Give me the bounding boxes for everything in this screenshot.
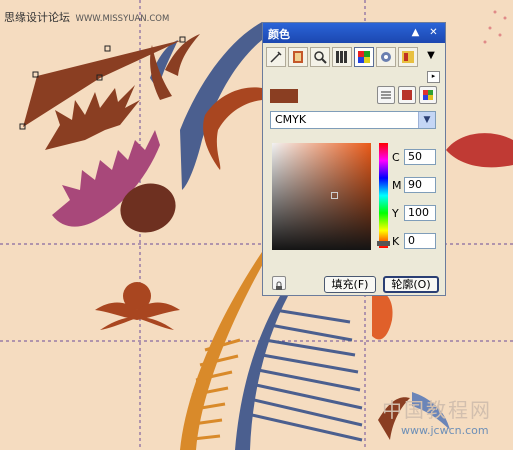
chevron-down-icon[interactable]: ▼ bbox=[418, 112, 435, 128]
brand-watermark: 中国教程网 bbox=[382, 398, 492, 422]
current-color-swatch bbox=[270, 89, 298, 103]
channel-k-label: K bbox=[392, 235, 400, 248]
lock-icon[interactable] bbox=[272, 276, 286, 290]
channel-y-input[interactable]: 100 bbox=[404, 205, 436, 221]
fill-button[interactable]: 填充(F) bbox=[324, 276, 376, 293]
mixer-options-icon[interactable] bbox=[377, 86, 395, 104]
channel-m-label: M bbox=[392, 179, 402, 192]
panel-toolbar: ▼ bbox=[266, 47, 444, 69]
color-model-select[interactable]: CMYK ▼ bbox=[270, 111, 436, 129]
zoom-icon[interactable] bbox=[310, 47, 330, 67]
hue-slider[interactable] bbox=[379, 143, 388, 248]
site-name: 思缘设计论坛 bbox=[4, 11, 70, 24]
swatch-grid-icon[interactable] bbox=[419, 86, 437, 104]
palette-icon[interactable] bbox=[332, 47, 352, 67]
fill-color-icon[interactable] bbox=[376, 47, 396, 67]
orange-shape bbox=[372, 292, 393, 340]
site-watermark: 思缘设计论坛 WWW.MISSYUAN.COM bbox=[4, 9, 169, 25]
brand-url-watermark: www.jcwcn.com bbox=[401, 424, 489, 437]
color-wheel-icon[interactable] bbox=[354, 47, 374, 67]
channel-k-input[interactable]: 0 bbox=[404, 233, 436, 249]
panel-title: 颜色 bbox=[268, 28, 290, 41]
toolbar-menu-arrow-icon[interactable]: ▼ bbox=[424, 50, 438, 64]
channel-m-input[interactable]: 90 bbox=[404, 177, 436, 193]
swatch-book-icon[interactable] bbox=[398, 47, 418, 67]
orange-feather-shape bbox=[180, 252, 268, 450]
site-url: WWW.MISSYUAN.COM bbox=[75, 14, 170, 24]
color-picker-marker[interactable] bbox=[331, 192, 338, 199]
red-lips-shape bbox=[446, 133, 513, 168]
panel-titlebar[interactable]: 颜色 ▲ ✕ bbox=[263, 23, 445, 43]
channel-c-input[interactable]: 50 bbox=[404, 149, 436, 165]
color-harmony-icon[interactable] bbox=[288, 47, 308, 67]
flyout-menu-icon[interactable]: ▸ bbox=[427, 71, 440, 83]
mouth-shape bbox=[95, 282, 180, 330]
color-viewer-icon[interactable] bbox=[398, 86, 416, 104]
outline-button[interactable]: 轮廓(O) bbox=[383, 276, 439, 293]
color-model-value: CMYK bbox=[275, 113, 307, 126]
color-docker-panel: 颜色 ▲ ✕ ▼ ▸ CMYK ▼ C 50 M 90 Y 100 K 0 填充… bbox=[262, 22, 446, 296]
color-picker-area[interactable] bbox=[272, 143, 371, 250]
hue-slider-handle[interactable] bbox=[377, 241, 390, 246]
close-icon[interactable]: ✕ bbox=[427, 26, 440, 39]
channel-c-label: C bbox=[392, 151, 400, 164]
pink-dots bbox=[483, 10, 507, 44]
eyedropper-icon[interactable] bbox=[266, 47, 286, 67]
channel-y-label: Y bbox=[392, 207, 399, 220]
collapse-icon[interactable]: ▲ bbox=[409, 26, 422, 39]
